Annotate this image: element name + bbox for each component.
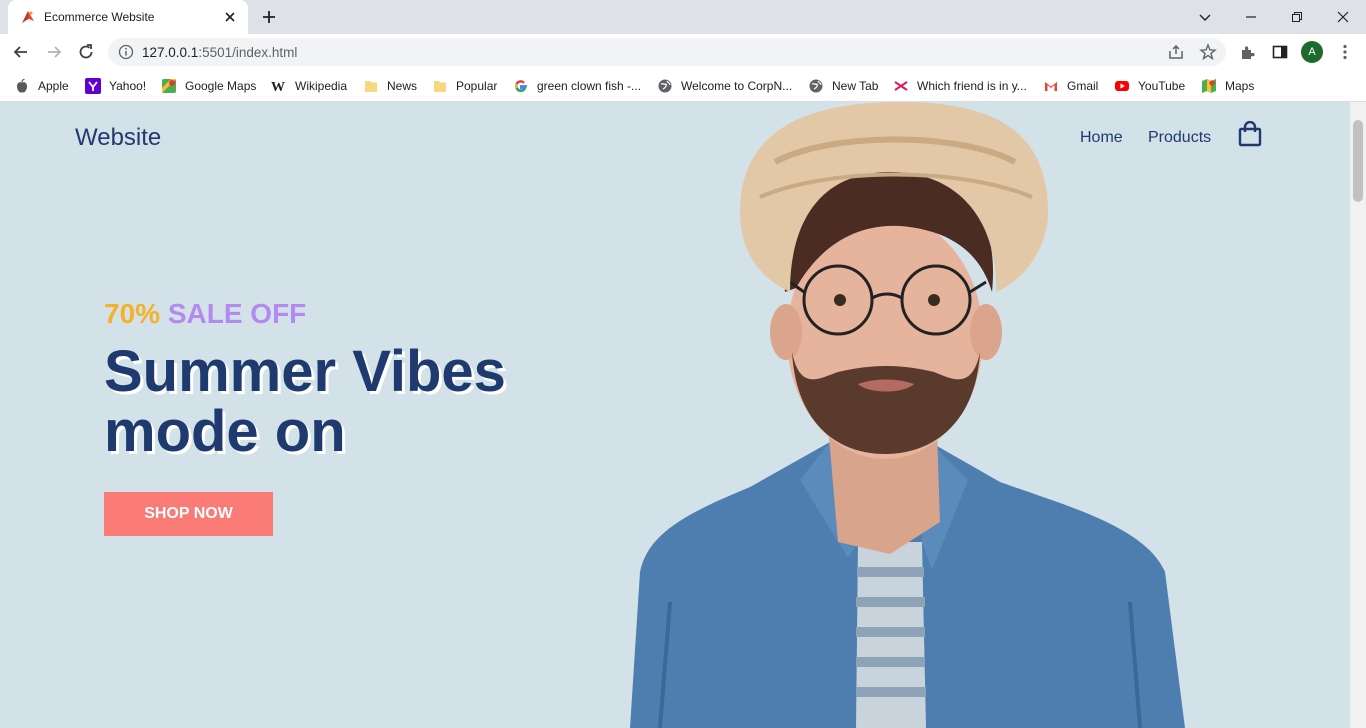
google-icon xyxy=(514,80,527,93)
nav-link-home[interactable]: Home xyxy=(1080,129,1123,147)
share-icon[interactable] xyxy=(1167,43,1185,61)
minimize-button[interactable] xyxy=(1228,0,1274,34)
bookmark-folder-news[interactable]: News xyxy=(363,77,417,95)
hero-headline: Summer Vibes mode on xyxy=(104,342,506,462)
youtube-icon xyxy=(1115,81,1129,91)
url-path: :5501/index.html xyxy=(198,45,298,60)
bookmark-youtube[interactable]: YouTube xyxy=(1114,77,1185,95)
url-host: 127.0.0.1 xyxy=(142,45,199,60)
bookmark-corpnet[interactable]: Welcome to CorpN... xyxy=(657,77,792,95)
arrow-right-icon xyxy=(48,46,62,58)
shop-now-button[interactable]: SHOP NOW xyxy=(104,492,273,536)
maps-icon xyxy=(1202,79,1216,93)
yahoo-icon xyxy=(85,78,101,94)
chevron-down-icon xyxy=(1199,14,1211,21)
bookmark-friend-quiz[interactable]: Which friend is in y... xyxy=(893,77,1027,95)
close-window-button[interactable] xyxy=(1320,0,1366,34)
star-icon[interactable] xyxy=(1199,43,1217,61)
globe-icon xyxy=(658,79,672,93)
close-icon xyxy=(1337,11,1349,23)
sale-label: SALE OFF xyxy=(167,298,307,329)
apple-icon xyxy=(17,78,27,93)
bookmark-maps[interactable]: Maps xyxy=(1201,77,1254,95)
bookmark-label: Which friend is in y... xyxy=(917,79,1027,93)
bookmark-yahoo[interactable]: Yahoo! xyxy=(85,77,146,95)
bookmark-label: Popular xyxy=(456,79,498,93)
bookmark-label: Apple xyxy=(38,79,69,93)
back-button[interactable] xyxy=(9,40,33,64)
bookmark-label: green clown fish -... xyxy=(537,79,642,93)
wikipedia-icon: W xyxy=(271,80,285,94)
side-panel-icon[interactable] xyxy=(1271,43,1289,61)
headline-line-1: Summer Vibes xyxy=(104,339,506,404)
bookmark-google-maps[interactable]: Google Maps xyxy=(161,77,256,95)
folder-icon xyxy=(434,81,446,92)
site-favicon-icon xyxy=(22,11,34,23)
sale-tagline: 70% SALE OFF xyxy=(104,298,306,330)
bookmark-label: Google Maps xyxy=(185,79,257,93)
folder-icon xyxy=(365,81,377,92)
bookmark-folder-popular[interactable]: Popular xyxy=(432,77,497,95)
bookmark-label: News xyxy=(387,79,418,93)
tab-search-button[interactable] xyxy=(1182,0,1228,34)
page-viewport: Website Home Products 70% SALE OFF Summe… xyxy=(0,102,1350,728)
headline-line-2: mode on xyxy=(104,399,346,464)
url-text: 127.0.0.1:5501/index.html xyxy=(142,45,297,60)
svg-text:W: W xyxy=(271,80,285,94)
hero-model-image xyxy=(630,102,1185,728)
more-menu-icon[interactable] xyxy=(1336,43,1354,61)
bookmarks-bar: Apple Yahoo! Google Maps W Wikipedia New… xyxy=(0,70,1366,102)
page-scrollbar[interactable] xyxy=(1350,102,1366,728)
close-tab-icon[interactable] xyxy=(222,9,238,25)
profile-avatar[interactable]: A xyxy=(1301,41,1323,63)
bookmark-label: New Tab xyxy=(832,79,879,93)
reload-button[interactable] xyxy=(74,40,98,64)
new-tab-icon[interactable] xyxy=(260,8,278,26)
shopping-bag-icon[interactable] xyxy=(1238,121,1262,147)
site-logo[interactable]: Website xyxy=(75,124,161,152)
bookmark-new-tab[interactable]: New Tab xyxy=(808,77,878,95)
site-info-icon[interactable] xyxy=(118,44,134,60)
extensions-icon[interactable] xyxy=(1239,43,1257,61)
google-maps-icon xyxy=(162,79,176,93)
restore-icon xyxy=(1292,12,1302,22)
bookmark-apple[interactable]: Apple xyxy=(14,77,69,95)
nav-link-products[interactable]: Products xyxy=(1148,129,1211,147)
bookmark-label: Gmail xyxy=(1067,79,1099,93)
scrollbar-thumb[interactable] xyxy=(1353,120,1363,202)
tab-strip: Ecommerce Website xyxy=(0,0,1366,34)
bookmark-label: YouTube xyxy=(1138,79,1186,93)
browser-tab[interactable]: Ecommerce Website xyxy=(8,0,248,34)
bookmark-label: Wikipedia xyxy=(295,79,348,93)
restore-button[interactable] xyxy=(1274,0,1320,34)
reload-icon xyxy=(79,44,93,59)
forward-button[interactable] xyxy=(42,40,66,64)
bookmark-label: Yahoo! xyxy=(109,79,147,93)
tab-title: Ecommerce Website xyxy=(44,10,155,24)
bookmark-clown-fish[interactable]: green clown fish -... xyxy=(513,77,641,95)
bookmark-label: Maps xyxy=(1225,79,1255,93)
bookmark-gmail[interactable]: Gmail xyxy=(1043,77,1098,95)
bookmark-label: Welcome to CorpN... xyxy=(681,79,793,93)
globe-icon xyxy=(809,79,823,93)
address-bar[interactable]: 127.0.0.1:5501/index.html xyxy=(108,38,1226,66)
minimize-icon xyxy=(1246,16,1256,18)
quiz-icon xyxy=(894,81,908,91)
sale-percent: 70% xyxy=(104,298,161,329)
arrow-left-icon xyxy=(13,46,27,58)
gmail-icon xyxy=(1045,82,1057,91)
bookmark-wikipedia[interactable]: W Wikipedia xyxy=(271,77,347,95)
